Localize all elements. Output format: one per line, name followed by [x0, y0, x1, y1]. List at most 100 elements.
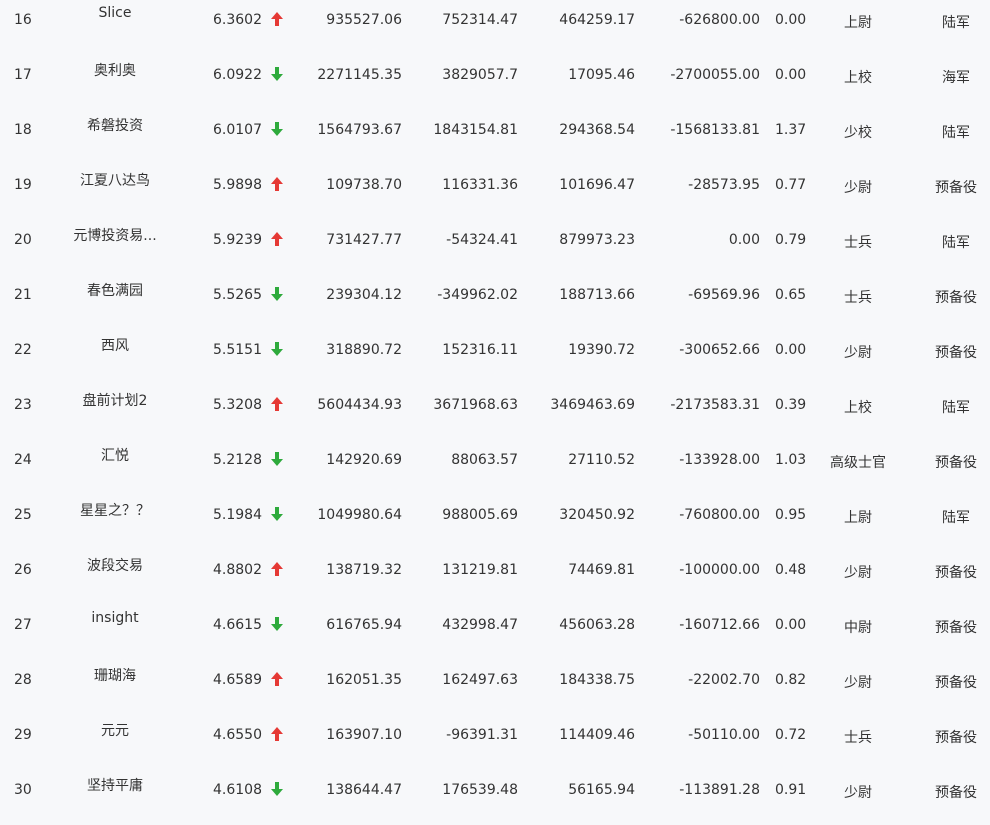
value-cell-4: -1568133.81 — [670, 122, 760, 138]
table-row[interactable]: 24 汇悦 5.2128 142920.69 88063.57 27110.52… — [0, 440, 990, 495]
ratio-cell: 1.37 — [775, 122, 807, 138]
value-cell-1: 138719.32 — [326, 562, 402, 578]
name-cell[interactable]: 奥利奥 — [55, 60, 175, 80]
trend-down-icon — [268, 505, 286, 523]
trend-up-icon — [268, 10, 286, 28]
value-cell-3: 19390.72 — [568, 342, 635, 358]
table-row[interactable]: 17 奥利奥 6.0922 2271145.35 3829057.7 17095… — [0, 55, 990, 110]
value-cell-1: 5604434.93 — [317, 397, 402, 413]
military-rank-cell: 士兵 — [844, 290, 872, 306]
value-cell-1: 142920.69 — [326, 452, 402, 468]
rank-cell: 16 — [14, 12, 32, 28]
table-row[interactable]: 18 希磐投资 6.0107 1564793.67 1843154.81 294… — [0, 110, 990, 165]
ratio-cell: 0.82 — [775, 672, 807, 688]
rank-cell: 19 — [14, 177, 32, 193]
branch-cell: 预备役 — [935, 675, 977, 691]
value-cell-3: 879973.23 — [559, 232, 635, 248]
value-cell-2: 988005.69 — [442, 507, 518, 523]
trend-down-icon — [268, 120, 286, 138]
rank-cell: 30 — [14, 782, 32, 798]
value-cell-2: 176539.48 — [442, 782, 518, 798]
table-row[interactable]: 20 元博投资易... 5.9239 731427.77 -54324.41 8… — [0, 220, 990, 275]
table-row[interactable]: 23 盘前计划2 5.3208 5604434.93 3671968.63 34… — [0, 385, 990, 440]
score-cell: 4.6615 — [213, 617, 262, 633]
value-cell-3: 56165.94 — [568, 782, 635, 798]
name-cell[interactable]: 元博投资易... — [55, 225, 175, 245]
name-cell[interactable]: 汇悦 — [55, 445, 175, 465]
value-cell-4: -50110.00 — [688, 727, 760, 743]
military-rank-cell: 少尉 — [844, 785, 872, 801]
value-cell-4: -760800.00 — [679, 507, 760, 523]
rank-cell: 27 — [14, 617, 32, 633]
table-row[interactable]: 28 珊瑚海 4.6589 162051.35 162497.63 184338… — [0, 660, 990, 715]
table-row[interactable]: 21 春色满园 5.5265 239304.12 -349962.02 1887… — [0, 275, 990, 330]
military-rank-cell: 中尉 — [844, 620, 872, 636]
value-cell-4: -300652.66 — [679, 342, 760, 358]
value-cell-2: 1843154.81 — [433, 122, 518, 138]
military-rank-cell: 上尉 — [844, 510, 872, 526]
ratio-cell: 0.91 — [775, 782, 807, 798]
value-cell-3: 456063.28 — [559, 617, 635, 633]
value-cell-4: -2173583.31 — [670, 397, 760, 413]
value-cell-3: 184338.75 — [559, 672, 635, 688]
value-cell-2: 3671968.63 — [433, 397, 518, 413]
name-cell[interactable]: 波段交易 — [55, 555, 175, 575]
table-row[interactable]: 22 西风 5.5151 318890.72 152316.11 19390.7… — [0, 330, 990, 385]
table-row[interactable]: 25 星星之？？ 5.1984 1049980.64 988005.69 320… — [0, 495, 990, 550]
name-cell[interactable]: 坚持平庸 — [55, 775, 175, 795]
score-cell: 5.2128 — [213, 452, 262, 468]
ratio-cell: 0.95 — [775, 507, 807, 523]
value-cell-2: -96391.31 — [446, 727, 518, 743]
table-row[interactable]: 19 江夏八达鸟 5.9898 109738.70 116331.36 1016… — [0, 165, 990, 220]
ratio-cell: 0.00 — [775, 12, 807, 28]
rank-cell: 23 — [14, 397, 32, 413]
military-rank-cell: 少尉 — [844, 565, 872, 581]
rank-cell: 18 — [14, 122, 32, 138]
name-cell[interactable]: Slice — [55, 5, 175, 21]
value-cell-4: -28573.95 — [688, 177, 760, 193]
value-cell-2: 162497.63 — [442, 672, 518, 688]
value-cell-3: 188713.66 — [559, 287, 635, 303]
branch-cell: 预备役 — [935, 455, 977, 471]
table-row[interactable]: 29 元元 4.6550 163907.10 -96391.31 114409.… — [0, 715, 990, 770]
value-cell-1: 1564793.67 — [317, 122, 402, 138]
trend-up-icon — [268, 670, 286, 688]
military-rank-cell: 少校 — [844, 125, 872, 141]
name-cell[interactable]: 江夏八达鸟 — [55, 170, 175, 190]
name-cell[interactable]: 星星之？？ — [55, 500, 175, 520]
value-cell-3: 74469.81 — [568, 562, 635, 578]
name-cell[interactable]: 珊瑚海 — [55, 665, 175, 685]
trend-down-icon — [268, 780, 286, 798]
name-cell[interactable]: insight — [55, 610, 175, 626]
value-cell-4: -133928.00 — [679, 452, 760, 468]
value-cell-3: 294368.54 — [559, 122, 635, 138]
table-row[interactable]: 27 insight 4.6615 616765.94 432998.47 45… — [0, 605, 990, 660]
branch-cell: 预备役 — [935, 730, 977, 746]
value-cell-4: -160712.66 — [679, 617, 760, 633]
name-cell[interactable]: 西风 — [55, 335, 175, 355]
table-row[interactable]: 16 Slice 6.3602 935527.06 752314.47 4642… — [0, 0, 990, 55]
value-cell-2: 116331.36 — [442, 177, 518, 193]
branch-cell: 预备役 — [935, 180, 977, 196]
value-cell-1: 2271145.35 — [317, 67, 402, 83]
score-cell: 5.9898 — [213, 177, 262, 193]
name-cell[interactable]: 希磐投资 — [55, 115, 175, 135]
value-cell-4: -69569.96 — [688, 287, 760, 303]
name-cell[interactable]: 盘前计划2 — [55, 390, 175, 410]
score-cell: 6.0107 — [213, 122, 262, 138]
table-row[interactable]: 26 波段交易 4.8802 138719.32 131219.81 74469… — [0, 550, 990, 605]
value-cell-3: 464259.17 — [559, 12, 635, 28]
score-cell: 5.3208 — [213, 397, 262, 413]
ratio-cell: 1.03 — [775, 452, 807, 468]
score-cell: 4.8802 — [213, 562, 262, 578]
value-cell-2: -54324.41 — [446, 232, 518, 248]
name-cell[interactable]: 春色满园 — [55, 280, 175, 300]
value-cell-1: 138644.47 — [326, 782, 402, 798]
branch-cell: 陆军 — [942, 400, 970, 416]
table-row[interactable]: 30 坚持平庸 4.6108 138644.47 176539.48 56165… — [0, 770, 990, 825]
name-cell[interactable]: 元元 — [55, 720, 175, 740]
military-rank-cell: 士兵 — [844, 235, 872, 251]
score-cell: 6.0922 — [213, 67, 262, 83]
rank-cell: 29 — [14, 727, 32, 743]
trend-down-icon — [268, 450, 286, 468]
